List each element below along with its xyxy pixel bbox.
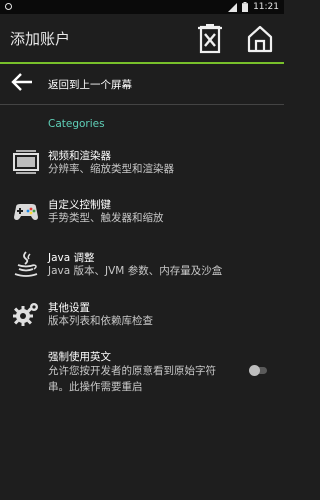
signal-icon	[228, 2, 238, 12]
item-title: 强制使用英文	[48, 351, 111, 363]
item-subtitle: Java 版本、JVM 参数、内存量及沙盒	[48, 265, 223, 277]
settings-item-other[interactable]: 其他设置 版本列表和依赖库检查	[0, 298, 284, 338]
page-title: 添加账户	[10, 30, 71, 48]
delete-button[interactable]	[197, 24, 225, 54]
item-subtitle: 版本列表和依赖库检查	[48, 315, 153, 327]
notification-icon	[5, 3, 12, 10]
clock: 11:21	[253, 2, 279, 12]
arrow-left-icon	[11, 73, 32, 91]
item-subtitle: 分辨率、缩放类型和渲染器	[48, 163, 174, 175]
item-subtitle: 手势类型、触发器和缩放	[48, 212, 164, 224]
battery-icon	[242, 2, 249, 12]
settings-item-video[interactable]: 视频和渲染器 分辨率、缩放类型和渲染器	[0, 145, 284, 185]
home-button[interactable]	[246, 24, 274, 54]
home-icon	[247, 25, 273, 53]
back-row[interactable]: 返回到上一个屏幕	[0, 64, 284, 105]
delete-icon	[198, 24, 222, 54]
display-icon	[13, 150, 39, 174]
category-header: Categories	[48, 118, 105, 130]
force-english-toggle[interactable]	[249, 365, 267, 376]
status-bar: 11:21	[0, 0, 284, 14]
status-icons: 11:21	[228, 1, 279, 13]
gears-icon	[13, 303, 38, 326]
toggle-thumb	[249, 365, 260, 376]
back-label: 返回到上一个屏幕	[48, 79, 132, 91]
java-icon	[14, 251, 38, 277]
settings-item-controls[interactable]: 自定义控制键 手势类型、触发器和缩放	[0, 194, 284, 234]
item-subtitle-line1: 允许您按开发者的原意看到原始字符	[48, 365, 216, 377]
item-subtitle-line2: 串。此操作需要重启	[48, 381, 143, 393]
settings-item-java[interactable]: Java 调整 Java 版本、JVM 参数、内存量及沙盒	[0, 248, 284, 288]
app-bar: 添加账户	[0, 14, 284, 64]
gamepad-icon	[14, 204, 38, 220]
settings-item-force-english[interactable]: 强制使用英文 允许您按开发者的原意看到原始字符 串。此操作需要重启	[0, 348, 284, 393]
